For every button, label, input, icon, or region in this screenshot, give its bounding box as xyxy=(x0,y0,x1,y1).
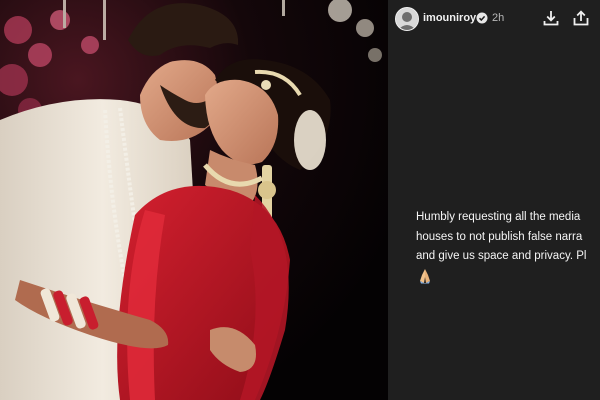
folded-hands-emoji xyxy=(418,268,432,284)
story-photo xyxy=(0,0,388,400)
share-button[interactable] xyxy=(572,9,590,27)
download-icon xyxy=(543,11,559,26)
story-viewer: imouniroy 2h Humbly requesting all the m… xyxy=(0,0,600,400)
post-time: 2h xyxy=(492,12,505,24)
verified-badge-icon xyxy=(476,11,488,24)
caption-line: houses to not publish false narra xyxy=(416,230,583,243)
download-button[interactable] xyxy=(542,9,560,27)
avatar-image xyxy=(396,8,418,30)
caption-line: and give us space and privacy. Pl xyxy=(416,250,587,262)
caption-line: Humbly requesting all the media xyxy=(416,211,581,223)
avatar[interactable] xyxy=(395,7,419,31)
story-header: imouniroy 2h xyxy=(388,0,600,38)
couple-photo-illustration xyxy=(0,0,388,400)
story-caption: Humbly requesting all the media houses t… xyxy=(416,208,600,267)
story-panel: imouniroy 2h Humbly requesting all the m… xyxy=(388,0,600,400)
share-icon xyxy=(573,10,589,26)
username[interactable]: imouniroy xyxy=(423,12,476,24)
